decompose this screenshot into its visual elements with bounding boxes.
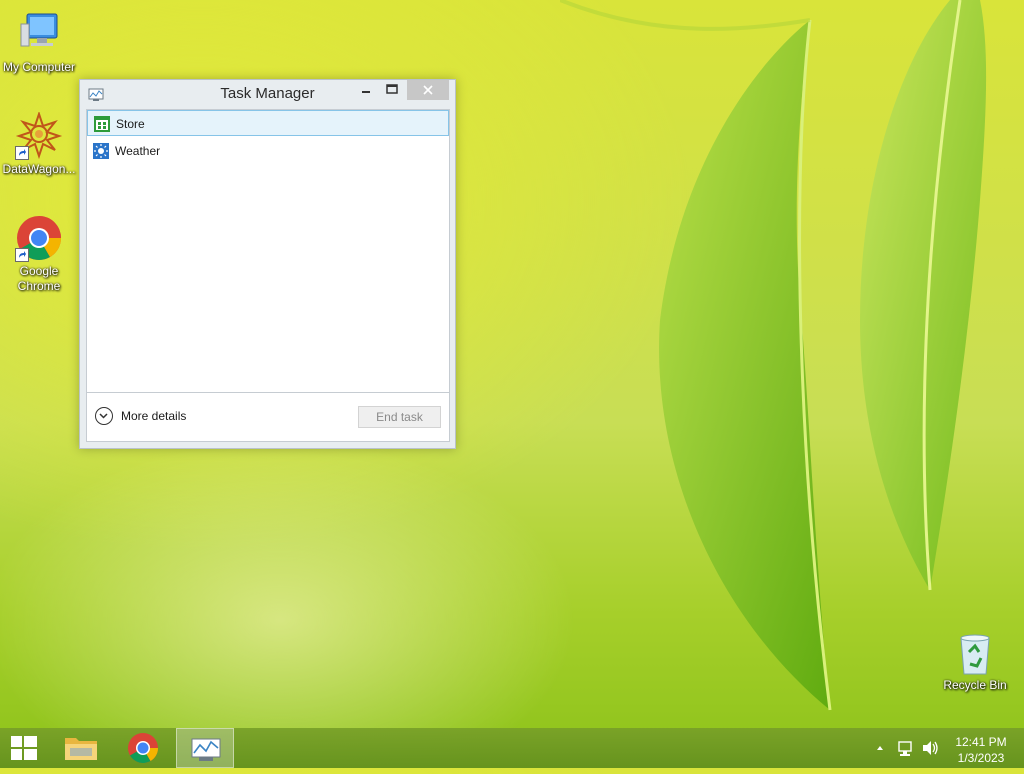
tray-overflow-button[interactable]: [872, 728, 888, 768]
clock-date: 1/3/2023: [957, 751, 1005, 765]
list-item[interactable]: Weather: [87, 138, 449, 164]
chevron-down-icon: [95, 407, 113, 425]
speaker-icon: [923, 741, 938, 755]
volume-control[interactable]: [920, 728, 940, 768]
wallpaper-leaves: [560, 0, 987, 711]
chrome-icon: [15, 214, 63, 262]
task-manager-window[interactable]: Task Manager Store Weather More details …: [79, 79, 456, 449]
datawagon-icon: [15, 110, 63, 160]
shortcut-arrow-icon: [15, 248, 29, 262]
desktop-icon-datawagon[interactable]: DataWagon...: [0, 110, 78, 177]
list-item[interactable]: Store: [87, 110, 449, 136]
windows-logo-icon: [11, 736, 37, 760]
app-name: Weather: [115, 144, 161, 158]
folder-icon: [65, 738, 97, 760]
taskbar: 12:41 PM 1/3/2023: [0, 728, 1024, 768]
desktop-icon-label: My Computer: [2, 60, 76, 74]
desktop-icon-recycle-bin[interactable]: Recycle Bin: [936, 632, 1014, 693]
start-button[interactable]: [0, 728, 48, 768]
system-clock[interactable]: 12:41 PM 1/3/2023: [944, 734, 1018, 766]
taskbar-task-manager[interactable]: [176, 728, 234, 768]
recycle-bin-icon: [955, 632, 995, 676]
end-task-button[interactable]: End task: [358, 406, 441, 428]
network-status[interactable]: [896, 728, 916, 768]
shortcut-arrow-icon: [15, 146, 29, 160]
chevron-up-icon: [877, 746, 883, 750]
minimize-button[interactable]: [358, 80, 374, 100]
maximize-button[interactable]: [383, 80, 401, 100]
computer-icon: [15, 10, 63, 58]
running-apps-list: Store Weather: [86, 109, 450, 393]
app-name: Store: [116, 117, 145, 131]
taskbar-file-explorer[interactable]: [52, 728, 110, 768]
taskbar-chrome[interactable]: [114, 728, 172, 768]
task-manager-icon: [191, 738, 221, 761]
title-bar[interactable]: Task Manager: [80, 80, 455, 109]
desktop-icon-label: DataWagon...: [2, 162, 76, 176]
chrome-icon: [128, 733, 158, 764]
network-icon: [898, 741, 912, 756]
desktop-icon-my-computer[interactable]: My Computer: [0, 10, 78, 75]
clock-time: 12:41 PM: [955, 735, 1007, 749]
store-icon: [94, 116, 110, 132]
more-details-button[interactable]: More details: [95, 406, 215, 428]
close-icon: [423, 85, 433, 95]
task-manager-footer: More details End task: [86, 393, 450, 442]
more-details-label: More details: [121, 409, 187, 423]
close-button[interactable]: [407, 80, 449, 100]
desktop-icon-google-chrome[interactable]: Google Chrome: [0, 214, 78, 294]
desktop-icon-label: Recycle Bin: [943, 678, 1007, 692]
desktop-icon-label: Google Chrome: [17, 264, 61, 293]
weather-icon: [93, 143, 109, 159]
